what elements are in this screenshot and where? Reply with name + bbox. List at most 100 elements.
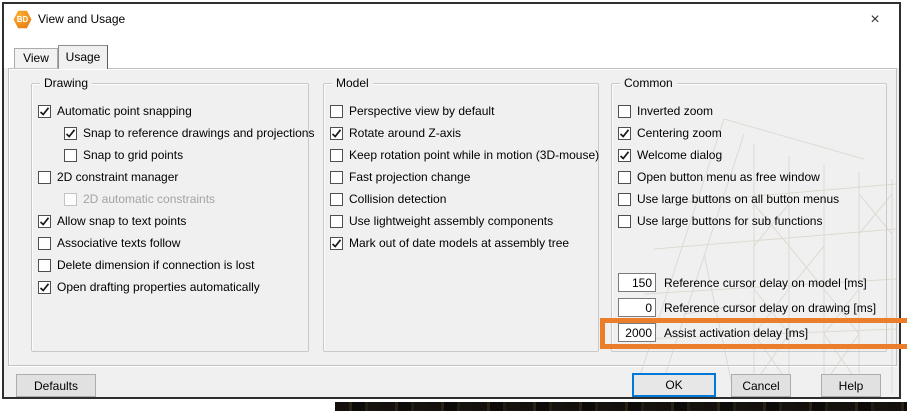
checkbox-unchecked[interactable] [330,149,343,162]
checkbox-row[interactable]: Keep rotation point while in motion (3D-… [324,144,598,166]
checkbox-unchecked[interactable] [330,105,343,118]
checkbox-row[interactable]: Allow snap to text points [32,210,308,232]
checkbox-label[interactable]: Use large buttons on all button menus [637,192,839,206]
checkbox-unchecked[interactable] [618,193,631,206]
checkbox-label[interactable]: Collision detection [349,192,446,206]
common-checkbox-list: Inverted zoom Centering zoom Welcome dialo… [612,100,886,232]
checkbox-row[interactable]: 2D automatic constraints [32,188,308,210]
checkbox-label[interactable]: Snap to grid points [83,148,183,162]
model-checkbox-list: Perspective view by default Rotate around… [324,100,598,254]
screenshot-root: { "window": { "title": "View and Usage",… [0,0,907,411]
checkbox-unchecked[interactable] [330,171,343,184]
tab-usage[interactable]: Usage [58,45,108,69]
delay-field-row: Assist activation delay [ms] [618,320,876,345]
checkbox-label[interactable]: Open button menu as free window [637,170,820,184]
checkbox-unchecked[interactable] [618,105,631,118]
delay-input[interactable] [618,298,656,317]
checkbox-row[interactable]: Welcome dialog [612,144,886,166]
title-bar: BD View and Usage × [4,4,899,36]
delay-field-label: Reference cursor delay on model [ms] [664,276,867,290]
checkbox-label[interactable]: Inverted zoom [637,104,713,118]
checkbox-row[interactable]: Use large buttons for sub functions [612,210,886,232]
checkbox-row[interactable]: Rotate around Z-axis [324,122,598,144]
checkbox-unchecked[interactable] [38,237,51,250]
checkbox-label[interactable]: Delete dimension if connection is lost [57,258,254,272]
checkbox-label[interactable]: Keep rotation point while in motion (3D-… [349,148,599,162]
checkbox-label[interactable]: Use large buttons for sub functions [637,214,822,228]
defaults-button[interactable]: Defaults [16,374,96,397]
checkbox-label[interactable]: Centering zoom [637,126,722,140]
checkbox-checked[interactable] [38,215,51,228]
ok-button[interactable]: OK [632,373,716,397]
background-app-strip [335,402,907,411]
checkbox-row[interactable]: Snap to grid points [32,144,308,166]
checkbox-unchecked[interactable] [330,215,343,228]
checkbox-label[interactable]: Perspective view by default [349,104,494,118]
checkbox-row[interactable]: Open button menu as free window [612,166,886,188]
checkbox-checked[interactable] [64,127,77,140]
checkbox-checked[interactable] [618,127,631,140]
tab-view[interactable]: View [14,48,58,68]
checkbox-checked[interactable] [330,237,343,250]
view-and-usage-dialog: BD View and Usage × View Usage Drawing A… [2,2,901,399]
checkbox-label[interactable]: Associative texts follow [57,236,180,250]
checkbox-checked[interactable] [38,281,51,294]
group-common: Common Inverted zoomCentering zoomWelcom… [611,83,887,352]
checkbox-row[interactable]: Associative texts follow [32,232,308,254]
delay-field-row: Reference cursor delay on model [ms] [618,270,876,295]
checkbox-unchecked[interactable] [38,259,51,272]
group-drawing: Drawing Automatic point snappingSnap to … [31,83,309,352]
close-button[interactable]: × [859,7,891,32]
checkbox-row[interactable]: Delete dimension if connection is lost [32,254,308,276]
checkbox-label[interactable]: Fast projection change [349,170,470,184]
checkbox-unchecked[interactable] [618,215,631,228]
checkbox-checked[interactable] [330,127,343,140]
help-button[interactable]: Help [821,374,881,397]
checkbox-row[interactable]: Inverted zoom [612,100,886,122]
close-icon: × [870,11,879,29]
checkbox-label[interactable]: Rotate around Z-axis [349,126,461,140]
checkbox-checked[interactable] [618,149,631,162]
checkbox-row[interactable]: Fast projection change [324,166,598,188]
delay-input[interactable] [618,273,656,292]
checkbox-row[interactable]: Use large buttons on all button menus [612,188,886,210]
checkbox-unchecked[interactable] [618,171,631,184]
group-title-common: Common [620,76,677,90]
delay-fields: Reference cursor delay on model [ms] Refe… [618,270,876,345]
usage-tab-page: Drawing Automatic point snapping Snap to … [8,68,897,366]
checkbox-unchecked[interactable] [38,171,51,184]
delay-input[interactable] [618,323,656,342]
checkbox-label[interactable]: 2D constraint manager [57,170,178,184]
checkbox-row[interactable]: Automatic point snapping [32,100,308,122]
checkbox-label[interactable]: Automatic point snapping [57,104,192,118]
checkbox-label[interactable]: Welcome dialog [637,148,722,162]
group-model: Model Perspective view by defaultRotate … [323,83,599,352]
app-icon: BD [13,10,32,29]
checkbox-unchecked[interactable] [64,149,77,162]
checkbox-row[interactable]: Use lightweight assembly components [324,210,598,232]
window-title: View and Usage [38,12,125,26]
checkbox-row[interactable]: Open drafting properties automatically [32,276,308,298]
checkbox-row[interactable]: Mark out of date models at assembly tree [324,232,598,254]
group-title-drawing: Drawing [40,76,92,90]
checkbox-row[interactable]: Snap to reference drawings and projectio… [32,122,308,144]
group-title-model: Model [332,76,373,90]
checkbox-label[interactable]: 2D automatic constraints [83,192,215,206]
cancel-button[interactable]: Cancel [731,374,791,397]
checkbox-row[interactable]: 2D constraint manager [32,166,308,188]
checkbox-label[interactable]: Snap to reference drawings and projectio… [83,126,314,140]
delay-field-label: Reference cursor delay on drawing [ms] [664,301,876,315]
checkbox-row[interactable]: Collision detection [324,188,598,210]
checkbox-label[interactable]: Open drafting properties automatically [57,280,260,294]
checkbox-label[interactable]: Allow snap to text points [57,214,186,228]
checkbox-row[interactable]: Centering zoom [612,122,886,144]
checkbox-label[interactable]: Mark out of date models at assembly tree [349,236,569,250]
checkbox-row[interactable]: Perspective view by default [324,100,598,122]
delay-field-row: Reference cursor delay on drawing [ms] [618,295,876,320]
checkbox-label[interactable]: Use lightweight assembly components [349,214,553,228]
delay-field-label: Assist activation delay [ms] [664,326,808,340]
checkbox-checked[interactable] [38,105,51,118]
drawing-checkbox-list: Automatic point snapping Snap to referenc… [32,100,308,298]
checkbox-unchecked[interactable] [330,193,343,206]
checkbox-unchecked[interactable] [64,193,77,206]
